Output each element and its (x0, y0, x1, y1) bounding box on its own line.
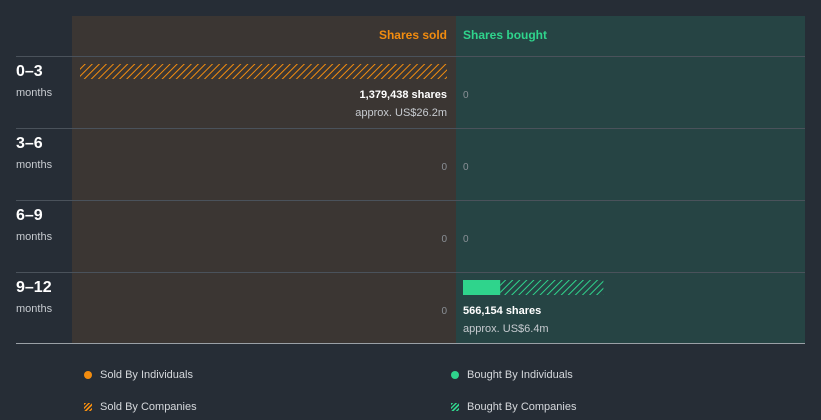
bought-shares-label: 566,154 shares (463, 305, 541, 317)
legend-label: Sold By Companies (100, 401, 197, 413)
sold-column-header: Shares sold (379, 28, 447, 42)
period-range-label: 6–9 (16, 207, 43, 224)
sold-value-label: approx. US$26.2m (355, 107, 447, 119)
bought-zero-label: 0 (463, 162, 469, 173)
orange-dot-icon (84, 371, 92, 379)
bought-individuals-bar (463, 280, 501, 295)
orange-hatch-icon (84, 403, 92, 411)
sold-shares-label: 1,379,438 shares (360, 89, 447, 101)
period-range-label: 3–6 (16, 135, 43, 152)
legend-label: Sold By Individuals (100, 369, 193, 381)
insider-trading-chart: Shares sold Shares bought 0–3 months 1,379… (16, 16, 805, 344)
legend-bought-companies: Bought By Companies (451, 401, 576, 413)
sold-zero-label: 0 (441, 306, 447, 317)
legend: Sold By Individuals Bought By Individual… (0, 360, 821, 420)
period-unit-label: months (16, 303, 53, 315)
bought-zero-label: 0 (463, 234, 469, 245)
sold-zero-label: 0 (441, 162, 447, 173)
period-range-label: 0–3 (16, 63, 43, 80)
period-unit-label: months (16, 159, 53, 171)
bought-column-header: Shares bought (463, 28, 547, 42)
green-dot-icon (451, 371, 459, 379)
green-hatch-icon (451, 403, 459, 411)
period-unit-label: months (16, 87, 53, 99)
legend-label: Bought By Companies (467, 401, 577, 413)
legend-label: Bought By Individuals (467, 369, 573, 381)
legend-bought-individuals: Bought By Individuals (451, 369, 573, 381)
sold-companies-bar (80, 64, 447, 79)
period-range-label: 9–12 (16, 279, 52, 296)
legend-sold-individuals: Sold By Individuals (84, 369, 193, 381)
bought-value-label: approx. US$6.4m (463, 323, 549, 335)
sold-zero-label: 0 (441, 234, 447, 245)
legend-sold-companies: Sold By Companies (84, 401, 197, 413)
period-unit-label: months (16, 231, 53, 243)
bought-zero-label: 0 (463, 90, 469, 101)
bought-companies-bar (500, 280, 604, 295)
